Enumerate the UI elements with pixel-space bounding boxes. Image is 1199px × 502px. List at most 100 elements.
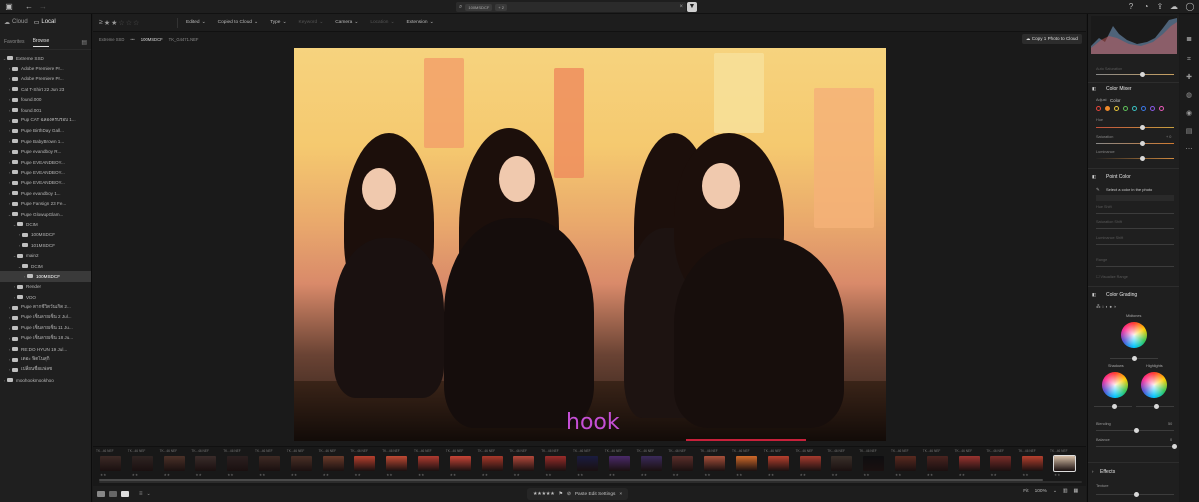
tree-item[interactable]: › 100MSDCF (0, 271, 91, 282)
thumbnail-rating[interactable]: ★★ (164, 473, 170, 477)
filmstrip-thumbnail[interactable] (545, 456, 567, 471)
sort-chevron-icon[interactable]: ⌄ (147, 491, 151, 497)
purple-swatch[interactable] (1150, 106, 1155, 111)
filmstrip-thumbnail[interactable] (926, 456, 948, 471)
highlights-luminance-slider[interactable] (1136, 404, 1174, 409)
reject-icon[interactable]: ⊘ (567, 492, 571, 497)
square-grid-icon[interactable] (109, 491, 117, 497)
fit-label[interactable]: Fit (1023, 489, 1028, 494)
filmstrip-thumbnail[interactable] (831, 456, 853, 471)
midtones-luminance-slider[interactable] (1110, 356, 1158, 361)
breadcrumb-folder[interactable]: 100MSDCF (141, 37, 163, 42)
thumbnail-rating[interactable]: ★★ (768, 473, 774, 477)
tree-item[interactable]: › Pupe EVEANDBOY... (0, 167, 91, 177)
filmstrip-thumbnail[interactable] (481, 456, 503, 471)
shadows-color-wheel[interactable] (1102, 372, 1128, 398)
filmstrip-thumbnail[interactable] (767, 456, 789, 471)
flag-icon[interactable]: ⚑ (559, 492, 563, 497)
tree-item[interactable]: › 101MSDCF (0, 240, 91, 250)
tree-item[interactable]: › Pupe เซ็นลายเซ็น 2 Jul... (0, 313, 91, 323)
tree-item[interactable]: › moohookmookhoo (0, 375, 91, 385)
filmstrip-thumbnail[interactable] (449, 456, 471, 471)
breadcrumb-root[interactable]: Extreme SSD (99, 37, 124, 42)
filmstrip-thumbnail[interactable] (259, 456, 280, 471)
back-arrow-icon[interactable]: ← (24, 2, 34, 12)
thumbnail-rating[interactable]: ★★ (704, 473, 710, 477)
tree-item[interactable]: › Pupe EVEANDBOY... (0, 157, 91, 167)
paste-edit-settings-button[interactable]: Paste Edit Settings (575, 492, 616, 497)
thumbnail-rating[interactable]: ★★ (863, 473, 869, 477)
thumbnail-rating[interactable]: ★★ (672, 473, 678, 477)
hue-slider[interactable] (1096, 125, 1174, 130)
sort-icon[interactable]: ≡ (139, 491, 143, 497)
slider-knob[interactable] (1154, 404, 1159, 409)
close-icon[interactable]: × (619, 492, 622, 497)
filmstrip-thumbnail[interactable] (958, 456, 980, 471)
grid-view-icon[interactable] (97, 491, 105, 497)
range-slider[interactable] (1096, 266, 1174, 267)
hue-shift-slider[interactable] (1096, 213, 1174, 214)
breadcrumb-ellipsis[interactable]: ••• (130, 37, 134, 42)
balance-value[interactable]: 0 (1170, 438, 1172, 442)
slider-knob[interactable] (1134, 492, 1139, 497)
tree-item[interactable]: › Cat T-Shirt 22 Jun 23 (0, 84, 91, 94)
tree-item[interactable]: ⌄ Pupe GlowupGlam... (0, 209, 91, 219)
thumbnail-rating[interactable]: ★★ (736, 473, 742, 477)
filter-dropdown[interactable]: Extension ⌄ (406, 20, 433, 25)
star-filter-icon[interactable]: ≥ (99, 19, 103, 27)
eyedropper-icon[interactable]: ✎ (1096, 187, 1100, 193)
filmstrip-thumbnail[interactable] (704, 456, 726, 471)
effects-header[interactable]: Effects (1100, 469, 1115, 475)
copy-to-cloud-button[interactable]: ☁ Copy 1 Photo to Cloud (1021, 34, 1082, 44)
tree-item[interactable]: › Pupe เซ็นลายเซ็น 18 Ju... (0, 334, 91, 344)
thumbnail-rating[interactable]: ★★ (800, 473, 806, 477)
filmstrip-thumbnail[interactable] (418, 456, 439, 471)
compare-icon[interactable]: ▥ (1063, 489, 1068, 494)
adjust-select[interactable]: Color (1110, 98, 1121, 103)
thumbnail-rating[interactable]: ★★ (132, 473, 138, 477)
zoom-level[interactable]: 100% (1035, 489, 1047, 494)
cloud-status-icon[interactable]: ☁ (1169, 2, 1179, 12)
midtones-color-wheel[interactable] (1121, 322, 1147, 348)
texture-slider[interactable] (1096, 492, 1174, 497)
filmstrip-thumbnail[interactable] (863, 456, 885, 471)
thumbnail-rating[interactable]: ★★ (354, 473, 360, 477)
tree-item[interactable]: › Pupe เซ็นลายเซ็น 11 Ju... (0, 323, 91, 333)
tree-item[interactable]: › Pup CAT ฉลองครบรอบ 1... (0, 115, 91, 125)
yellow-swatch[interactable] (1114, 106, 1119, 111)
red-swatch[interactable] (1096, 106, 1101, 111)
clear-search-icon[interactable]: × (679, 4, 683, 10)
tree-item[interactable]: › Pupe EVEANDBOY... (0, 178, 91, 188)
filter-dropdown[interactable]: Type ⌄ (270, 20, 286, 25)
filter-dropdown[interactable]: Keyword ⌄ (299, 20, 324, 25)
thumbnail-rating[interactable]: ★★ (641, 473, 647, 477)
red-eye-icon[interactable]: ◉ (1185, 110, 1193, 117)
color-grading-header[interactable]: Color Grading (1106, 292, 1137, 298)
crop-rotate-icon[interactable]: ⌗ (1185, 56, 1193, 63)
bell-icon[interactable]: ◔ (1141, 2, 1151, 12)
filmstrip-thumbnail[interactable] (608, 456, 630, 471)
sidebar-toggle-icon[interactable]: ▣ (4, 2, 14, 12)
thumbnail-rating[interactable]: ★★ (990, 473, 996, 477)
tree-item[interactable]: › Pupe evandboy R... (0, 147, 91, 157)
thumbnail-rating[interactable]: ★★ (418, 473, 424, 477)
more-icon[interactable]: ⋯ (1185, 146, 1193, 153)
thumbnail-rating[interactable]: ★★ (513, 473, 519, 477)
slider-knob[interactable] (1140, 72, 1145, 77)
tree-item[interactable]: › Pupe BirthDay Gall... (0, 126, 91, 136)
thumbnail-rating[interactable]: ★★ (609, 473, 615, 477)
tree-item[interactable]: › Pupe BabyBrown 1... (0, 136, 91, 146)
tree-item[interactable]: › RE:DO HYUN 19 Jul... (0, 344, 91, 354)
thumbnail-rating[interactable]: ★★ (1054, 473, 1060, 477)
tab-cloud[interactable]: ☁ Cloud (4, 19, 28, 26)
search-input[interactable]: ⌕ 100MSDCF + 2 × (456, 2, 686, 12)
blending-value[interactable]: 50 (1168, 422, 1172, 426)
search-filter-chip[interactable]: 100MSDCF (465, 3, 493, 11)
filmstrip-thumbnail[interactable] (672, 456, 694, 471)
tree-item[interactable]: › 100MSDCF (0, 230, 91, 240)
rating-filter[interactable]: ≥ ★ ★ ☆ ☆ ☆ (93, 19, 177, 27)
filmstrip-thumbnail[interactable] (227, 456, 249, 471)
tree-item[interactable]: › Adobe Premiere Pr... (0, 74, 91, 84)
slider-knob[interactable] (1132, 356, 1137, 361)
filter-dropdown[interactable]: Copied to Cloud ⌄ (218, 20, 258, 25)
